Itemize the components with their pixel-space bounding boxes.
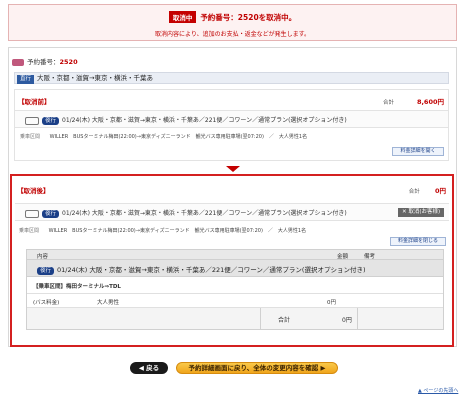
night-badge: 夜行 — [42, 210, 60, 218]
after-trip-row: 夜行 01/24(木) 大阪・京都・滋賀→東京・横浜・千葉あ／221便／コワーン／… — [15, 203, 449, 221]
after-total-value: 0円 — [434, 187, 446, 195]
alert-title: 予約番号：2520を取消中。 — [200, 13, 297, 22]
before-trip-text: 01/24(木) 大阪・京都・滋賀→東京・横浜・千葉あ／221便／コワーン／通常… — [62, 117, 347, 124]
before-total: 合計 8,600円 — [383, 96, 444, 106]
cancel-alert: 取消中 予約番号：2520を取消中。 取消内容により、追加のお支払・返金などが発生… — [8, 4, 457, 41]
route-header: 直行 大阪・京都・滋賀→東京・横浜・千葉あ — [14, 72, 449, 84]
cancel-status-tag: 取消中 — [168, 11, 197, 23]
table-fare-row: (バス料金) 大人男性 0円 — [27, 294, 443, 308]
before-row-detail: WILLER BUSターミナル梅田(22:00)→東京ディズニーランド 観光バス… — [49, 134, 308, 140]
fare-detail-table: 内容 金額 備考 夜行 01/24(木) 大阪・京都・滋賀→東京・横浜・千葉あ／2… — [26, 249, 444, 330]
close-fare-detail-button[interactable]: 料金詳細を閉じる — [390, 237, 446, 246]
after-row-label: 乗車区間 — [19, 228, 40, 234]
fare-desc: 大人男性 — [97, 300, 120, 306]
fare-amount: 0円 — [327, 300, 336, 306]
before-total-label: 合計 — [383, 100, 395, 106]
alert-title-line: 取消中 予約番号：2520を取消中。 — [9, 11, 456, 23]
back-button[interactable]: ◀ 戻る — [130, 362, 168, 374]
after-total-label: 合計 — [408, 189, 420, 195]
table-header: 内容 金額 備考 — [27, 250, 443, 260]
route-header-text: 大阪・京都・滋賀→東京・横浜・千葉あ — [37, 74, 153, 82]
before-detail-line: 乗車区間 WILLER BUSターミナル梅田(22:00)→東京ディズニーランド… — [20, 133, 307, 140]
sum-label: 合計 — [278, 317, 291, 324]
after-cancel-section: 【取消後】 合計 0円 夜行 01/24(木) 大阪・京都・滋賀→東京・横浜・千葉… — [10, 174, 454, 347]
sum-amount: 0円 — [342, 317, 352, 324]
before-cancel-section: 【取消前】 合計 8,600円 夜行 01/24(木) 大阪・京都・滋賀→東京・横… — [14, 89, 449, 161]
night-badge: 夜行 — [42, 117, 60, 125]
table-section-row: 【乗車区間】梅田ターミナル⇒TDL — [27, 277, 443, 294]
after-total: 合計 0円 — [409, 185, 446, 195]
before-title: 【取消前】 — [18, 98, 51, 106]
cancelled-by-customer-badge: ✕ 取消(お客様) — [398, 208, 445, 217]
table-route-text: 01/24(木) 大阪・京都・滋賀→東京・横浜・千葉あ／221便／コワーン／通常… — [57, 266, 366, 274]
after-trip-text: 01/24(木) 大阪・京都・滋賀→東京・横浜・千葉あ／221便／コワーン／通常… — [62, 210, 347, 217]
after-row-detail: WILLER BUSターミナル梅田(22:00)→東京ディズニーランド 観光バス… — [48, 228, 307, 234]
direct-badge: 直行 — [17, 75, 35, 84]
page-top-link[interactable]: ▲ ページの先頭へ — [418, 387, 458, 394]
ticket-icon — [12, 58, 24, 66]
table-divider — [357, 308, 358, 329]
reservation-label: 予約番号： — [27, 58, 60, 66]
before-row-label: 乗車区間 — [20, 134, 41, 140]
confirm-changes-button[interactable]: 予約詳細画面に戻り、全体の変更内容を確認 ▶ — [176, 362, 338, 374]
fare-label: (バス料金) — [33, 300, 60, 306]
col-note: 備考 — [364, 254, 376, 260]
reservation-number: 予約番号：2520 — [12, 56, 78, 66]
reservation-number-value: 2520 — [59, 58, 78, 66]
after-title: 【取消後】 — [17, 187, 50, 195]
arrow-down-icon — [226, 166, 240, 172]
table-sum-row: 合計 0円 — [27, 308, 443, 329]
bus-icon — [25, 116, 39, 125]
before-trip-row: 夜行 01/24(木) 大阪・京都・滋賀→東京・横浜・千葉あ／221便／コワーン／… — [15, 110, 448, 128]
table-route-row: 夜行 01/24(木) 大阪・京都・滋賀→東京・横浜・千葉あ／221便／コワーン／… — [27, 260, 443, 277]
open-fare-detail-button[interactable]: 料金詳細を開く — [392, 147, 444, 156]
bus-icon — [25, 209, 39, 218]
after-detail-line: 乗車区間 WILLER BUSターミナル梅田(22:00)→東京ディズニーランド… — [19, 227, 306, 234]
col-content: 内容 — [37, 254, 49, 260]
alert-message: 取消内容により、追加のお支払・返金などが発生します。 — [154, 31, 311, 38]
col-amount: 金額 — [337, 254, 349, 260]
before-total-value: 8,600円 — [416, 98, 444, 106]
night-badge: 夜行 — [37, 267, 55, 275]
table-divider — [260, 308, 261, 329]
